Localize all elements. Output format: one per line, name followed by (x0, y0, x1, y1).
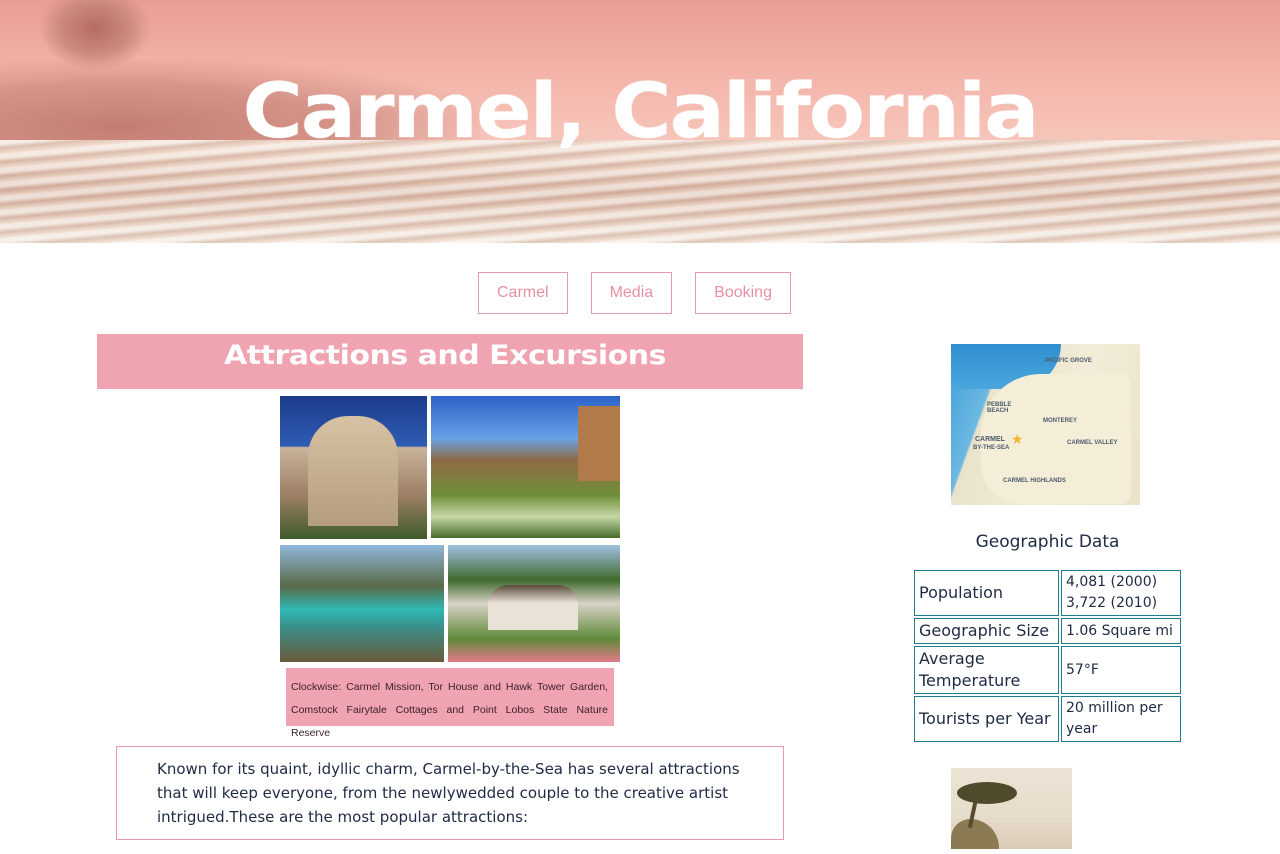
nav-link-carmel[interactable]: Carmel (478, 272, 568, 314)
geo-value-population: 4,081 (2000) 3,722 (2010) (1061, 570, 1181, 616)
geo-key-temperature: Average Temperature (914, 646, 1059, 694)
geo-key-population: Population (914, 570, 1059, 616)
nav-link-media[interactable]: Media (590, 272, 673, 314)
map-label-pebble-beach: PEBBLE BEACH (987, 402, 1012, 414)
photo-point-lobos (280, 545, 444, 662)
map-label-carmel-valley: CARMEL VALLEY (1067, 440, 1118, 446)
population-2000: 4,081 (2000) (1066, 574, 1158, 590)
map-label-monterey: MONTEREY (1043, 418, 1078, 424)
population-2010: 3,722 (2010) (1066, 595, 1158, 611)
geo-key-size: Geographic Size (914, 618, 1059, 644)
geo-value-temperature: 57°F (1061, 646, 1181, 694)
map-label-by-the-sea: BY-THE-SEA (973, 445, 1010, 451)
section-heading-bar: Attractions and Excursions (97, 334, 803, 389)
table-row: Population 4,081 (2000) 3,722 (2010) (914, 570, 1181, 616)
main-nav: Carmel Media Booking (478, 272, 791, 314)
geo-value-size: 1.06 Square mi (1061, 618, 1181, 644)
section-heading: Attractions and Excursions (224, 339, 666, 372)
banner-surf (0, 140, 1280, 243)
cypress-rock (951, 819, 999, 849)
geo-value-tourists: 20 million per year (1061, 696, 1181, 742)
table-row: Average Temperature 57°F (914, 646, 1181, 694)
photo-carmel-mission (280, 396, 427, 539)
map-label-pacific-grove: PACIFIC GROVE (1045, 358, 1092, 364)
geo-data-table: Population 4,081 (2000) 3,722 (2010) Geo… (912, 568, 1183, 744)
map-label-carmel: CARMEL (975, 436, 1005, 443)
geo-key-tourists: Tourists per Year (914, 696, 1059, 742)
photo-caption: Clockwise: Carmel Mission, Tor House and… (286, 668, 614, 739)
cypress-crown (957, 782, 1017, 804)
photo-tor-house-garden (431, 396, 620, 538)
carmel-map-image: PACIFIC GROVE PEBBLE BEACH MONTEREY CARM… (951, 344, 1140, 505)
nav-link-booking[interactable]: Booking (695, 272, 791, 314)
map-label-carmel-highlands: CARMEL HIGHLANDS (1003, 478, 1066, 484)
header-banner: Carmel, California (0, 0, 1280, 243)
site-title: Carmel, California (242, 67, 1040, 156)
lone-cypress-image (951, 768, 1072, 849)
map-star-icon: ★ (1011, 432, 1024, 448)
geo-data-title: Geographic Data (975, 532, 1120, 552)
table-row: Geographic Size 1.06 Square mi (914, 618, 1181, 644)
intro-paragraph: Known for its quaint, idyllic charm, Car… (116, 746, 784, 840)
photo-comstock-cottages (448, 545, 620, 662)
table-row: Tourists per Year 20 million per year (914, 696, 1181, 742)
